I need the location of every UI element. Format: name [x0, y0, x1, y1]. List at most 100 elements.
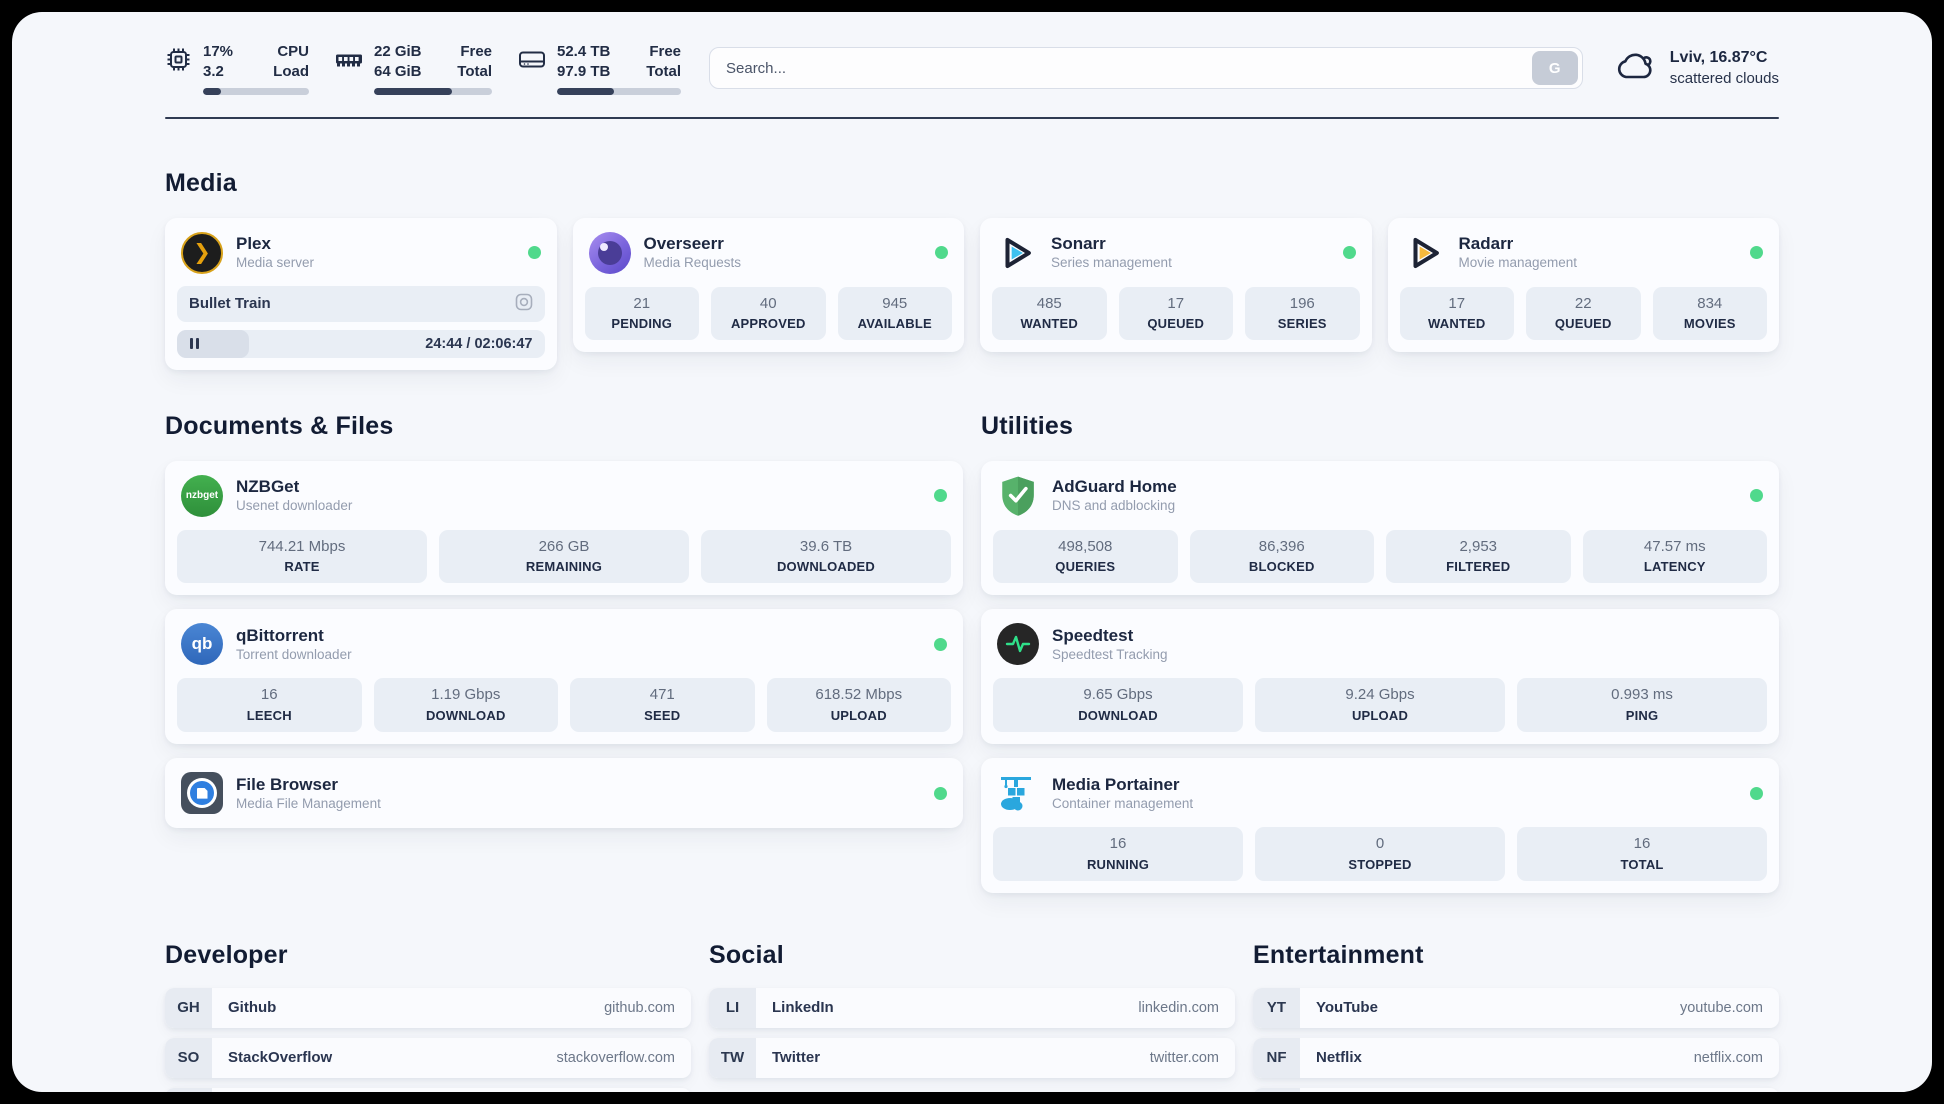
disk-total-value: 97.9 TB [557, 62, 611, 80]
developer-column: Developer GH Github github.com SO StackO… [165, 941, 691, 1092]
stat-label: QUERIES [1055, 559, 1116, 575]
dashboard-page: 17% 3.2 CPU Load 22 GiB 64 GiB Free Tota… [12, 12, 1932, 1092]
link-tag: NF [1253, 1037, 1300, 1078]
stat-box: 47.57 ms LATENCY [1582, 529, 1767, 584]
app-card-overseerr[interactable]: Overseerr Media Requests 21 PENDING 40 A… [572, 217, 964, 353]
stat-value: 47.57 ms [1643, 537, 1706, 555]
playback-progress-bar[interactable]: 24:44 / 02:06:47 [177, 329, 545, 358]
app-name: Radarr [1458, 234, 1514, 254]
stat-box: 266 GB REMAINING [439, 529, 689, 584]
stat-value: 1.19 Gbps [431, 686, 501, 704]
weather-widget[interactable]: Lviv, 16.87°C scattered clouds [1613, 48, 1779, 88]
filebrowser-icon [181, 772, 223, 815]
stat-label: DOWNLOAD [1078, 708, 1158, 724]
link-row-twitter[interactable]: TW Twitter twitter.com [709, 1037, 1235, 1078]
stat-value: 0 [1375, 835, 1385, 853]
adguard-icon [997, 475, 1039, 517]
stat-label: RATE [284, 559, 320, 575]
stat-box: 86,396 BLOCKED [1189, 529, 1374, 584]
media-grid: ❯ Plex Media server Bullet Train 24:44 /… [165, 217, 1779, 370]
stat-box: 9.24 Gbps UPLOAD [1255, 678, 1505, 733]
link-tag: LI [709, 987, 756, 1028]
stat-box: 196 SERIES [1245, 286, 1360, 341]
section-title-entertainment: Entertainment [1253, 940, 1424, 969]
link-url: twitter.com [1149, 1049, 1219, 1066]
app-card-sonarr[interactable]: Sonarr Series management 485 WANTED 17 Q… [980, 217, 1372, 353]
stat-box: 2,953 FILTERED [1386, 529, 1571, 584]
status-dot [935, 246, 948, 260]
app-card-filebrowser[interactable]: File Browser Media File Management [165, 758, 963, 829]
stat-value: 17 [1448, 294, 1466, 312]
link-row-linkedin[interactable]: LI LinkedIn linkedin.com [709, 987, 1235, 1028]
stat-label: APPROVED [730, 316, 806, 332]
link-url: youtube.com [1679, 999, 1763, 1016]
link-tag: TW [709, 1037, 756, 1078]
link-row-dev[interactable]: DT DEV dev.to [165, 1087, 691, 1092]
app-name: AdGuard Home [1052, 477, 1177, 497]
stat-label: WANTED [1020, 316, 1079, 332]
app-card-qbittorrent[interactable]: qb qBittorrent Torrent downloader 16 LEE… [165, 609, 963, 745]
stat-label: LEECH [246, 708, 292, 724]
status-dot [934, 786, 947, 800]
top-bar: 17% 3.2 CPU Load 22 GiB 64 GiB Free Tota… [165, 42, 1779, 95]
app-card-nzbget[interactable]: nzbget NZBGet Usenet downloader 744.21 M… [165, 460, 963, 596]
stat-value: 21 [633, 294, 651, 312]
status-dot [934, 489, 947, 503]
link-url: netflix.com [1693, 1049, 1763, 1066]
overseerr-icon [588, 231, 631, 274]
link-row-reddit[interactable]: RE Reddit reddit.com [1253, 1087, 1779, 1092]
disk-free-label: Free [649, 43, 681, 60]
stat-box: 0 STOPPED [1255, 827, 1505, 881]
cpu-label: CPU [277, 43, 309, 60]
qbittorrent-icon: qb [181, 623, 223, 666]
app-subtitle: Torrent downloader [236, 647, 352, 663]
link-name: Twitter [772, 1049, 821, 1067]
stat-value: 266 GB [538, 537, 590, 555]
app-card-portainer[interactable]: Media Portainer Container management 16 … [981, 758, 1779, 893]
stat-label: MOVIES [1683, 316, 1736, 332]
link-tag: RE [1253, 1087, 1300, 1092]
stat-label: QUEUED [1554, 316, 1612, 332]
app-card-adguard[interactable]: AdGuard Home DNS and adblocking 498,508 … [981, 460, 1779, 596]
link-row-netflix[interactable]: NF Netflix netflix.com [1253, 1037, 1779, 1078]
link-name: Github [228, 999, 277, 1017]
stat-box: 9.65 Gbps DOWNLOAD [993, 678, 1243, 733]
stat-value: 16 [1633, 835, 1651, 853]
app-card-radarr[interactable]: Radarr Movie management 17 WANTED 22 QUE… [1387, 217, 1779, 353]
cpu-load-label: Load [273, 62, 309, 80]
stat-value: 945 [882, 294, 908, 312]
link-name: YouTube [1316, 999, 1378, 1017]
now-playing-title: Bullet Train [189, 295, 271, 313]
app-card-plex[interactable]: ❯ Plex Media server Bullet Train 24:44 /… [165, 217, 557, 370]
cpu-monitor: 17% 3.2 CPU Load [165, 42, 309, 95]
memory-icon [335, 46, 363, 78]
search-input[interactable] [709, 47, 1583, 90]
status-dot [1750, 246, 1763, 260]
stat-value: 485 [1036, 294, 1062, 312]
link-row-github[interactable]: GH Github github.com [165, 987, 691, 1028]
app-card-speedtest[interactable]: Speedtest Speedtest Tracking 9.65 Gbps D… [981, 609, 1779, 745]
link-row-stackoverflow[interactable]: SO StackOverflow stackoverflow.com [165, 1037, 691, 1078]
stat-value: 744.21 Mbps [258, 537, 346, 555]
stat-label: TOTAL [1620, 856, 1664, 872]
session-icon[interactable] [515, 293, 533, 315]
nzbget-icon: nzbget [181, 474, 223, 517]
stat-label: QUEUED [1147, 316, 1205, 332]
link-name: StackOverflow [228, 1049, 333, 1067]
stat-box: 39.6 TB DOWNLOADED [701, 529, 951, 584]
disk-icon [518, 46, 546, 78]
cpu-icon [165, 46, 192, 78]
weather-condition: scattered clouds [1669, 69, 1779, 87]
search-engine-label: G [1548, 59, 1561, 77]
social-column: Social LI LinkedIn linkedin.com TW Twitt… [709, 941, 1235, 1092]
stat-box: 22 QUEUED [1526, 286, 1641, 341]
memory-monitor: 22 GiB 64 GiB Free Total [335, 42, 492, 95]
search-engine-button[interactable]: G [1531, 51, 1578, 86]
stat-label: LATENCY [1643, 559, 1706, 575]
link-row-youtube[interactable]: YT YouTube youtube.com [1253, 987, 1779, 1028]
status-dot [1342, 246, 1356, 260]
pause-button[interactable] [188, 334, 201, 353]
stat-box: 16 LEECH [177, 678, 362, 733]
link-name: Netflix [1316, 1049, 1362, 1067]
app-subtitle: Media Requests [643, 255, 742, 271]
